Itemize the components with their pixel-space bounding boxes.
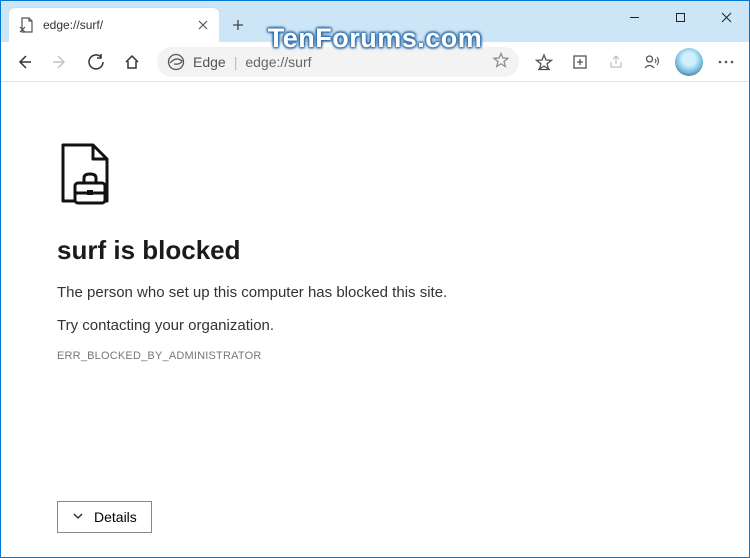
back-button[interactable] xyxy=(7,45,41,79)
profile-avatar[interactable] xyxy=(675,48,703,76)
home-button[interactable] xyxy=(115,45,149,79)
titlebar: edge://surf/ xyxy=(1,1,749,42)
address-url: edge://surf xyxy=(245,54,311,70)
browser-tab[interactable]: edge://surf/ xyxy=(9,8,219,42)
error-heading: surf is blocked xyxy=(57,235,749,266)
page-content: surf is blocked The person who set up th… xyxy=(1,83,749,557)
details-button[interactable]: Details xyxy=(57,501,152,533)
tab-strip: edge://surf/ xyxy=(1,1,611,42)
window-controls xyxy=(611,1,749,33)
edge-logo-icon xyxy=(167,53,185,71)
toolbar: Edge | edge://surf xyxy=(1,42,749,82)
blocked-page-icon xyxy=(19,17,35,33)
address-divider: | xyxy=(234,54,238,70)
favorites-button[interactable] xyxy=(527,45,561,79)
minimize-button[interactable] xyxy=(611,1,657,33)
forward-button[interactable] xyxy=(43,45,77,79)
collections-button[interactable] xyxy=(563,45,597,79)
tab-close-button[interactable] xyxy=(195,17,211,33)
favorite-star-icon[interactable] xyxy=(493,52,509,71)
maximize-button[interactable] xyxy=(657,1,703,33)
address-prefix: Edge xyxy=(193,54,226,70)
menu-button[interactable] xyxy=(709,45,743,79)
blocked-briefcase-icon xyxy=(57,143,113,207)
chevron-down-icon xyxy=(72,509,84,525)
error-message-2: Try contacting your organization. xyxy=(57,317,749,334)
tab-title: edge://surf/ xyxy=(43,18,195,32)
share-button[interactable] xyxy=(599,45,633,79)
refresh-button[interactable] xyxy=(79,45,113,79)
close-window-button[interactable] xyxy=(703,1,749,33)
error-message-1: The person who set up this computer has … xyxy=(57,284,749,301)
error-code: ERR_BLOCKED_BY_ADMINISTRATOR xyxy=(57,350,749,362)
new-tab-button[interactable] xyxy=(223,10,253,40)
read-aloud-button[interactable] xyxy=(635,45,669,79)
details-label: Details xyxy=(94,509,137,525)
address-bar[interactable]: Edge | edge://surf xyxy=(157,47,519,77)
